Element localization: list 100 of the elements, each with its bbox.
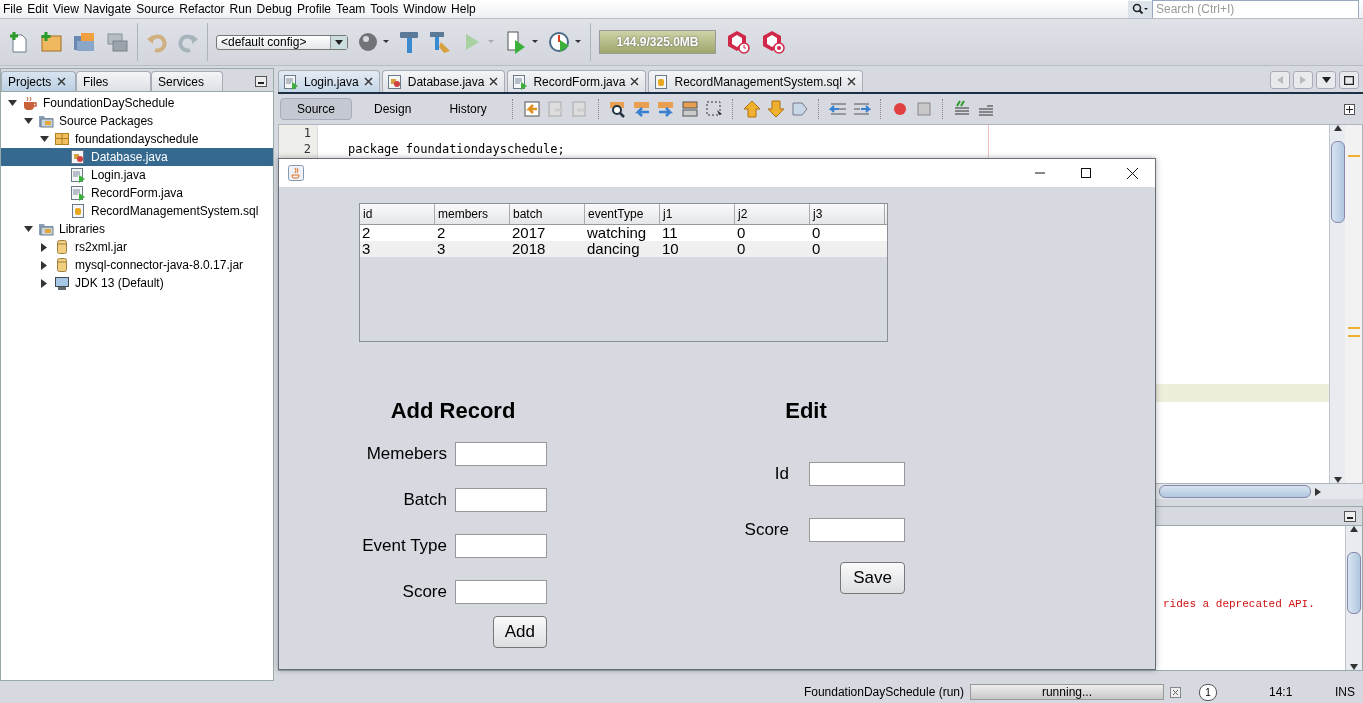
- view-mode-tab[interactable]: History: [433, 98, 503, 120]
- column-header[interactable]: j2: [735, 204, 810, 224]
- tree-item[interactable]: RecordForm.java: [1, 184, 273, 202]
- bookmark-down-icon[interactable]: [766, 100, 785, 118]
- column-header[interactable]: j3: [810, 204, 885, 224]
- minimize-icon[interactable]: [1344, 510, 1356, 522]
- tree-item[interactable]: rs2xml.jar: [1, 238, 273, 256]
- tree-item[interactable]: foundationdayschedule: [1, 130, 273, 148]
- add-button[interactable]: Add: [492, 616, 547, 648]
- notification-badge[interactable]: 1: [1199, 683, 1217, 701]
- scroll-down-icon[interactable]: [1350, 664, 1358, 670]
- menu-item[interactable]: Source: [135, 2, 179, 16]
- cancel-icon[interactable]: [1170, 686, 1181, 698]
- menu-item[interactable]: Profile: [296, 2, 335, 16]
- menu-item[interactable]: Window: [402, 2, 451, 16]
- hammer-icon[interactable]: [398, 30, 420, 54]
- input-field[interactable]: [455, 488, 547, 512]
- profiler-gauge-icon[interactable]: [548, 30, 582, 54]
- coffee-cup-icon: [22, 95, 38, 111]
- editor-tab[interactable]: Database.java: [381, 70, 506, 92]
- globe-icon[interactable]: [357, 31, 389, 53]
- panel-tab[interactable]: Projects: [1, 71, 76, 91]
- menu-item[interactable]: File: [2, 2, 27, 16]
- expand-icon[interactable]: [1344, 103, 1355, 115]
- menu-item[interactable]: Help: [450, 2, 480, 16]
- close-icon[interactable]: [489, 77, 499, 86]
- menu-item[interactable]: Refactor: [178, 2, 229, 16]
- shift-left-icon[interactable]: [828, 100, 847, 118]
- find-icon[interactable]: [608, 100, 627, 118]
- menu-item[interactable]: Team: [335, 2, 370, 16]
- column-header[interactable]: id: [360, 204, 435, 224]
- new-file-icon[interactable]: [8, 31, 30, 53]
- close-icon[interactable]: [57, 77, 67, 86]
- search-field[interactable]: Search (Ctrl+I): [1152, 0, 1359, 19]
- menu-item[interactable]: View: [52, 2, 83, 16]
- menu-item[interactable]: Debug: [255, 2, 296, 16]
- editor-tab[interactable]: RecordManagementSystem.sql: [648, 70, 863, 92]
- toggle-highlight-icon[interactable]: [680, 100, 699, 118]
- scrollbar-thumb[interactable]: [1330, 141, 1345, 223]
- menu-item[interactable]: Tools: [369, 2, 403, 16]
- scroll-right-icon[interactable]: [1315, 487, 1321, 496]
- tree-item[interactable]: Database.java: [1, 148, 273, 166]
- tree-item[interactable]: RecordManagementSystem.sql: [1, 202, 273, 220]
- dropdown-icon[interactable]: [1321, 77, 1331, 83]
- scroll-up-icon[interactable]: [1333, 125, 1342, 131]
- tree-item[interactable]: JDK 13 (Default): [1, 274, 273, 292]
- selection-icon[interactable]: [704, 100, 723, 118]
- tree-item[interactable]: mysql-connector-java-8.0.17.jar: [1, 256, 273, 274]
- view-mode-tab[interactable]: Source: [280, 98, 353, 120]
- bookmark-toggle-icon[interactable]: [790, 100, 809, 118]
- bookmark-up-icon[interactable]: [742, 100, 761, 118]
- minimize-icon[interactable]: [255, 76, 267, 87]
- panel-tab[interactable]: Services: [151, 71, 223, 91]
- cube-target-icon[interactable]: [760, 29, 786, 55]
- column-header[interactable]: batch: [510, 204, 585, 224]
- column-header[interactable]: members: [435, 204, 510, 224]
- tree-item[interactable]: Login.java: [1, 166, 273, 184]
- save-button[interactable]: Save: [840, 562, 905, 594]
- expanded-arrow-icon[interactable]: [23, 225, 33, 233]
- cube-clock-icon[interactable]: [725, 29, 751, 55]
- stacked-windows-icon[interactable]: [105, 31, 129, 53]
- input-field[interactable]: [809, 462, 905, 486]
- back-icon[interactable]: [522, 100, 541, 118]
- scrollbar-thumb[interactable]: [1347, 552, 1361, 614]
- view-mode-tab[interactable]: Design: [358, 98, 428, 120]
- scrollbar-thumb[interactable]: [1159, 485, 1311, 498]
- scrollbar[interactable]: [1345, 526, 1362, 670]
- input-field[interactable]: [455, 534, 547, 558]
- panel-tab[interactable]: Files: [76, 71, 151, 91]
- input-field[interactable]: [455, 442, 547, 466]
- tree-item[interactable]: Source Packages: [1, 112, 273, 130]
- close-icon[interactable]: [363, 77, 373, 86]
- editor-tab[interactable]: Login.java: [278, 70, 380, 92]
- new-folder-icon[interactable]: [39, 31, 63, 53]
- search-options-button[interactable]: [1128, 0, 1152, 18]
- config-dropdown[interactable]: <default config>: [216, 34, 348, 50]
- tree-item[interactable]: Libraries: [1, 220, 273, 238]
- close-icon[interactable]: [630, 77, 640, 86]
- folder-icon[interactable]: [72, 31, 96, 53]
- maximize-icon[interactable]: [1081, 168, 1091, 178]
- shift-right-icon[interactable]: [852, 100, 871, 118]
- column-header[interactable]: eventType: [585, 204, 660, 224]
- input-field[interactable]: [455, 580, 547, 604]
- close-icon[interactable]: [1126, 167, 1138, 179]
- tree-item[interactable]: FoundationDaySchedule: [1, 94, 273, 112]
- debug-run-icon[interactable]: [505, 30, 539, 54]
- column-header[interactable]: j1: [660, 204, 735, 224]
- hammer-broom-icon[interactable]: [429, 30, 453, 54]
- close-icon[interactable]: [846, 77, 856, 86]
- find-previous-icon[interactable]: [632, 100, 651, 118]
- scrollbar[interactable]: [1329, 125, 1345, 483]
- find-next-icon[interactable]: [656, 100, 675, 118]
- menu-item[interactable]: Navigate: [82, 2, 136, 16]
- editor-tab[interactable]: RecordForm.java: [507, 70, 647, 92]
- menu-item[interactable]: Edit: [26, 2, 53, 16]
- comment-icon[interactable]: [952, 100, 971, 118]
- input-field[interactable]: [809, 518, 905, 542]
- maximize-icon[interactable]: [1344, 75, 1354, 85]
- java-file-icon: [283, 73, 299, 90]
- menu-item[interactable]: Run: [228, 2, 256, 16]
